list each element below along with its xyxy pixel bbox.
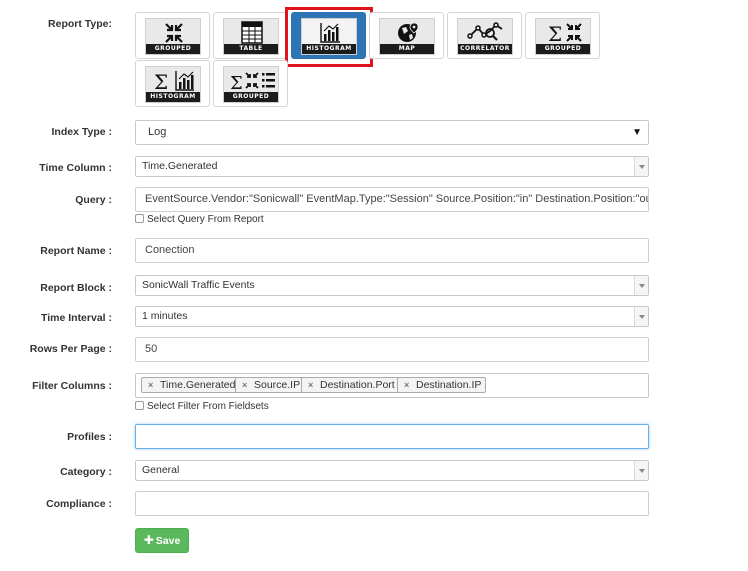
report-block-value: SonicWall Traffic Events (142, 279, 255, 291)
time-interval-value: 1 minutes (142, 310, 188, 322)
sum-grouped-list-icon: Σ (230, 72, 275, 94)
rows-per-page-input[interactable]: 50 (135, 337, 649, 362)
select-query-from-report-checkbox[interactable]: Select Query From Report (135, 214, 264, 225)
chevron-down-icon (634, 276, 648, 295)
time-interval-label: Time Interval : (41, 312, 112, 324)
chevron-down-icon (634, 307, 648, 326)
chevron-down-icon (634, 157, 648, 176)
remove-tag-icon[interactable]: × (242, 378, 247, 392)
compliance-label: Compliance : (46, 498, 112, 510)
checkbox-label: Select Filter From Fieldsets (147, 401, 269, 412)
tile-caption: TABLE (224, 44, 278, 54)
tag-label: Destination.IP (416, 379, 482, 391)
tile-caption: GROUPED (536, 44, 590, 54)
dropdown-arrow-icon: ▼ (632, 127, 642, 138)
category-value: General (142, 464, 180, 476)
rows-per-page-label: Rows Per Page : (29, 343, 112, 355)
tile-caption: CORRELATOR (458, 44, 512, 54)
report-type-map-tile[interactable]: MAP (369, 12, 444, 59)
svg-text:Σ: Σ (548, 22, 562, 46)
remove-tag-icon[interactable]: × (404, 378, 409, 392)
checkbox-label: Select Query From Report (147, 214, 264, 225)
category-select[interactable]: General (135, 460, 649, 481)
save-button-label: Save (155, 535, 181, 547)
time-interval-select[interactable]: 1 minutes (135, 306, 649, 327)
report-block-label: Report Block : (40, 282, 112, 294)
time-column-label: Time Column : (39, 162, 112, 174)
index-type-value: Log (148, 126, 167, 138)
tag-label: Destination.Port (320, 379, 395, 391)
profiles-input[interactable] (135, 424, 649, 449)
chevron-down-icon (634, 461, 648, 480)
tag-label: Time.Generated (160, 379, 236, 391)
filter-columns-label: Filter Columns : (32, 380, 112, 392)
report-type-sum-grouped-list-tile[interactable]: Σ GROUPED (213, 60, 288, 107)
save-button[interactable]: ✚ Save (135, 528, 189, 553)
table-icon (241, 21, 263, 44)
checkbox-icon (135, 214, 144, 223)
checkbox-icon (135, 401, 144, 410)
sum-grouped-icon: Σ (548, 22, 582, 46)
report-name-label: Report Name : (40, 245, 112, 257)
report-type-grouped-tile[interactable]: GROUPED (135, 12, 210, 59)
tile-caption: MAP (380, 44, 434, 54)
filter-tag[interactable]: × Destination.Port (301, 377, 400, 393)
tag-label: Source.IP (254, 379, 301, 391)
svg-text:Σ: Σ (230, 73, 243, 94)
correlator-icon (467, 22, 503, 41)
report-type-sum-grouped-tile[interactable]: Σ GROUPED (525, 12, 600, 59)
svg-text:Σ: Σ (154, 70, 168, 94)
remove-tag-icon[interactable]: × (308, 378, 313, 392)
map-icon (398, 22, 419, 42)
sum-histogram-icon: Σ (154, 70, 194, 94)
index-type-label: Index Type : (51, 126, 112, 138)
tile-caption: GROUPED (224, 92, 278, 102)
grouped-icon (165, 23, 183, 43)
query-input[interactable]: EventSource.Vendor:"Sonicwall" EventMap.… (135, 187, 649, 212)
compliance-input[interactable] (135, 491, 649, 516)
filter-tag[interactable]: × Time.Generated (141, 377, 241, 393)
filter-tag[interactable]: × Destination.IP (397, 377, 487, 393)
select-filter-from-fieldsets-checkbox[interactable]: Select Filter From Fieldsets (135, 401, 269, 412)
query-label: Query : (75, 194, 112, 206)
selected-tile-highlight (285, 7, 373, 67)
report-type-correlator-tile[interactable]: CORRELATOR (447, 12, 522, 59)
report-type-table-tile[interactable]: TABLE (213, 12, 288, 59)
profiles-label: Profiles : (67, 431, 112, 443)
category-label: Category : (60, 466, 112, 478)
time-column-select[interactable]: Time.Generated (135, 156, 649, 177)
tile-caption: GROUPED (146, 44, 200, 54)
index-type-select[interactable]: Log ▼ (135, 120, 649, 145)
filter-tag[interactable]: × Source.IP (235, 377, 306, 393)
plus-icon: ✚ (143, 533, 154, 547)
tile-caption: HISTOGRAM (146, 92, 200, 102)
remove-tag-icon[interactable]: × (148, 378, 153, 392)
filter-columns-input[interactable]: × Time.Generated × Source.IP × Destination.… (135, 373, 649, 398)
report-name-input[interactable]: Conection (135, 238, 649, 263)
report-type-sum-histogram-tile[interactable]: Σ HISTOGRAM (135, 60, 210, 107)
report-type-label: Report Type: (48, 18, 112, 30)
time-column-value: Time.Generated (142, 160, 218, 172)
report-block-select[interactable]: SonicWall Traffic Events (135, 275, 649, 296)
